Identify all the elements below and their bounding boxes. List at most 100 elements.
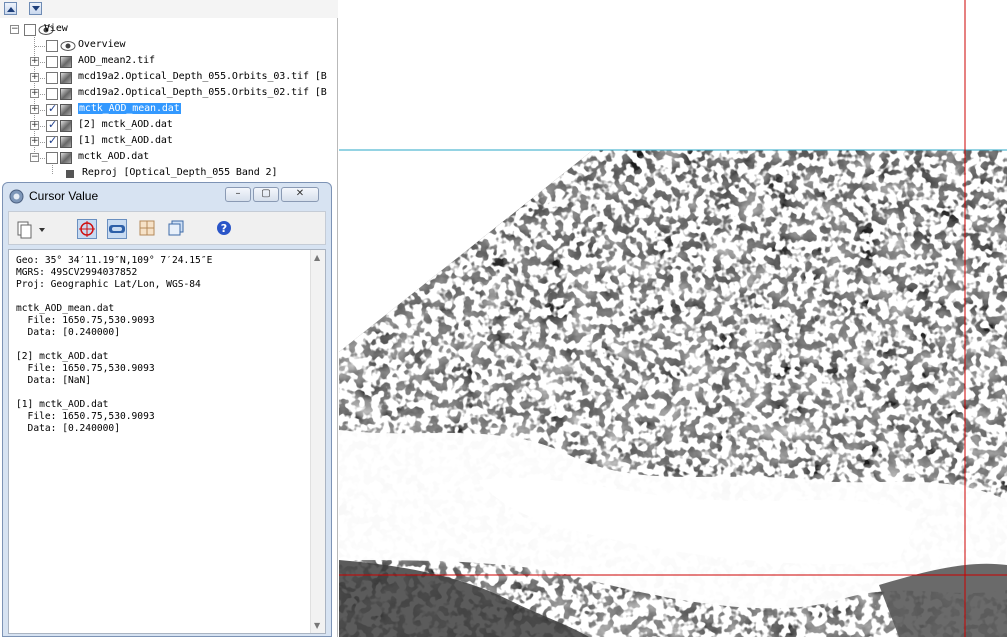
- expand-icon[interactable]: +: [30, 73, 39, 82]
- layer-tree-item[interactable]: + mcd19a2.Optical_Depth_055.Orbits_02.tif…: [0, 86, 338, 102]
- layer-tree-item[interactable]: + mcd19a2.Optical_Depth_055.Orbits_03.tif…: [0, 70, 338, 86]
- link-icon: [109, 225, 125, 233]
- crosshair-toggle-button[interactable]: [77, 219, 97, 239]
- close-button[interactable]: ✕: [281, 187, 319, 202]
- image-display-view[interactable]: [339, 0, 1007, 637]
- cursor-value-lines: Geo: 35° 34′11.19″N,109° 7′24.15″E MGRS: …: [16, 255, 212, 435]
- copy-dropdown-icon: [17, 221, 45, 239]
- layer-label: AOD_mean2.tif: [78, 55, 155, 66]
- layer-tree-item[interactable]: + ✓ [2] mctk_AOD.dat: [0, 118, 338, 134]
- cursor-value-line: [16, 387, 212, 399]
- windows-button[interactable]: [167, 219, 187, 239]
- checkmark-icon: ✓: [48, 118, 58, 131]
- cursor-value-line: Data: [NaN]: [16, 375, 92, 386]
- layer-tree: − View Overview + AOD_mean2.tif + mcd19a2.Opti…: [0, 20, 338, 185]
- vertical-scrollbar[interactable]: ▲ ▼: [310, 250, 325, 633]
- layer-visibility-checkbox[interactable]: ✓: [46, 102, 58, 116]
- aod-raster-image[interactable]: [339, 0, 1007, 637]
- grid-icon: [139, 220, 155, 236]
- link-toggle-button[interactable]: [107, 219, 127, 239]
- scroll-down-icon[interactable]: ▼: [314, 621, 320, 630]
- expand-icon[interactable]: +: [30, 105, 39, 114]
- expand-icon[interactable]: +: [30, 137, 39, 146]
- layer-label: mctk_AOD_mean.dat: [78, 103, 181, 114]
- collapse-icon[interactable]: −: [10, 25, 19, 34]
- dialog-title: Cursor Value: [29, 189, 99, 203]
- band-icon: [66, 170, 74, 178]
- raster-content: [339, 150, 1007, 637]
- restore-icon: ▢: [261, 188, 271, 199]
- layer-visibility-checkbox[interactable]: [46, 88, 58, 100]
- cursor-value-text-area[interactable]: Geo: 35° 34′11.19″N,109° 7′24.15″E MGRS: …: [8, 249, 326, 634]
- cursor-value-line: MGRS: 49SCV2994037852: [16, 267, 138, 278]
- checkmark-icon: ✓: [48, 134, 58, 147]
- layer-label: Reproj [Optical_Depth_055 Band 2]: [82, 167, 278, 178]
- raster-layer-icon: [60, 152, 72, 164]
- minimize-button[interactable]: –: [225, 187, 251, 202]
- move-down-button[interactable]: [29, 2, 42, 15]
- cursor-value-line: Data: [0.240000]: [16, 327, 120, 338]
- layer-visibility-checkbox[interactable]: [46, 40, 58, 52]
- layer-label: mcd19a2.Optical_Depth_055.Orbits_03.tif …: [78, 71, 327, 82]
- raster-layer-icon: [60, 104, 72, 116]
- eye-icon: [60, 41, 76, 51]
- app-icon: [9, 189, 24, 204]
- layer-label: [2] mctk_AOD.dat: [78, 119, 173, 130]
- layer-visibility-checkbox[interactable]: [46, 72, 58, 84]
- dialog-toolbar: ?: [8, 211, 326, 245]
- layer-label: Overview: [78, 39, 126, 50]
- cursor-value-line: [2] mctk_AOD.dat: [16, 351, 109, 362]
- layer-visibility-checkbox[interactable]: ✓: [46, 134, 58, 148]
- raster-layer-icon: [60, 120, 72, 132]
- help-icon: ?: [217, 221, 231, 235]
- tree-guide-line: [35, 46, 45, 47]
- raster-layer-icon: [60, 72, 72, 84]
- checkmark-icon: ✓: [48, 102, 58, 115]
- cursor-value-line: Geo: 35° 34′11.19″N,109° 7′24.15″E: [16, 255, 213, 266]
- cursor-value-dialog: Cursor Value – ▢ ✕ ? Geo: 35° 34′11.19″N…: [2, 182, 332, 637]
- layer-tree-item[interactable]: − mctk_AOD.dat: [0, 150, 338, 166]
- raster-layer-icon: [60, 56, 72, 68]
- scroll-up-icon[interactable]: ▲: [314, 253, 320, 262]
- layer-tree-item[interactable]: + ✓ [1] mctk_AOD.dat: [0, 134, 338, 150]
- layer-visibility-checkbox[interactable]: ✓: [46, 118, 58, 132]
- layer-label: mctk_AOD.dat: [78, 151, 150, 162]
- svg-text:?: ?: [221, 222, 227, 235]
- layer-visibility-checkbox[interactable]: [24, 24, 36, 36]
- cursor-value-line: [1] mctk_AOD.dat: [16, 399, 109, 410]
- collapse-icon[interactable]: −: [30, 153, 39, 162]
- copy-dropdown-button[interactable]: [15, 219, 49, 239]
- grid-button[interactable]: [138, 219, 158, 239]
- restore-button[interactable]: ▢: [253, 187, 279, 202]
- layer-label: mcd19a2.Optical_Depth_055.Orbits_02.tif …: [78, 87, 327, 98]
- arrow-up-icon: [7, 7, 15, 12]
- close-icon: ✕: [295, 188, 305, 199]
- windows-icon: [168, 220, 184, 236]
- layer-label: [1] mctk_AOD.dat: [78, 135, 173, 146]
- help-button[interactable]: ?: [215, 219, 235, 239]
- cursor-value-line: File: 1650.75,530.9093: [16, 363, 155, 374]
- layer-tree-item[interactable]: Overview: [0, 38, 338, 54]
- cursor-value-line: Proj: Geographic Lat/Lon, WGS-84: [16, 279, 201, 290]
- expand-icon[interactable]: +: [30, 89, 39, 98]
- layer-tree-item[interactable]: − View: [0, 22, 338, 38]
- layer-tree-item[interactable]: Reproj [Optical_Depth_055 Band 2]: [0, 166, 338, 182]
- cursor-value-line: [16, 291, 212, 303]
- arrow-down-icon: [32, 6, 40, 11]
- cursor-value-line: [16, 339, 212, 351]
- layer-visibility-checkbox[interactable]: [46, 152, 58, 164]
- raster-layer-icon: [60, 136, 72, 148]
- layer-tree-item[interactable]: + ✓ mctk_AOD_mean.dat: [0, 102, 338, 118]
- expand-icon[interactable]: +: [30, 121, 39, 130]
- layer-manager-toolbar: [0, 0, 338, 18]
- cursor-value-line: mctk_AOD_mean.dat: [16, 303, 115, 314]
- expand-icon[interactable]: +: [30, 57, 39, 66]
- cursor-value-line: Data: [0.240000]: [16, 423, 120, 434]
- layer-visibility-checkbox[interactable]: [46, 56, 58, 68]
- move-up-button[interactable]: [4, 2, 17, 15]
- cursor-value-line: File: 1650.75,530.9093: [16, 411, 155, 422]
- dialog-titlebar[interactable]: Cursor Value – ▢ ✕: [3, 183, 331, 209]
- layer-tree-item[interactable]: + AOD_mean2.tif: [0, 54, 338, 70]
- crosshair-icon: [79, 221, 95, 237]
- raster-layer-icon: [60, 88, 72, 100]
